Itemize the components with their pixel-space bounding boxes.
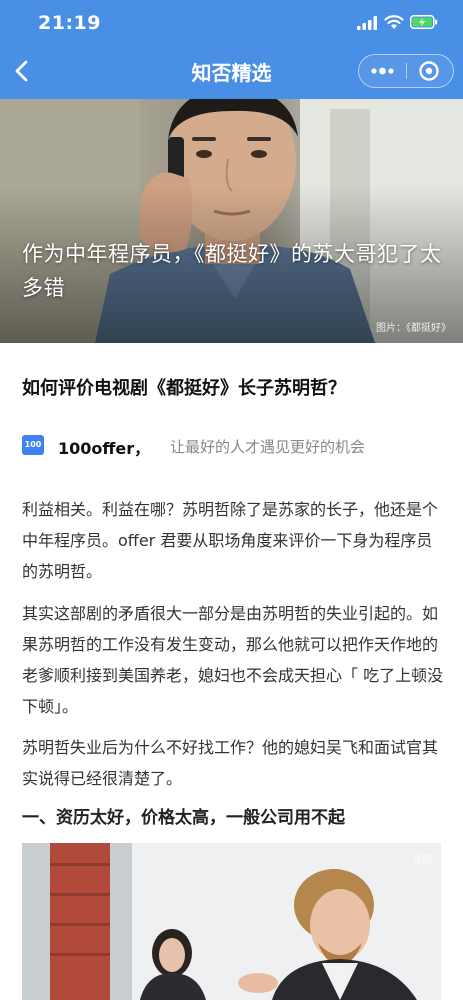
author-row: 100 100offer， 让最好的人才遇见更好的机会 (22, 432, 442, 458)
hero-banner[interactable]: 作为中年程序员，《都挺好》的苏大哥犯了太多错 图片：《都挺好》 (0, 99, 463, 343)
target-close-icon (419, 61, 439, 81)
article-image[interactable]: 优酷 (22, 843, 441, 1000)
video-still-image (22, 843, 441, 1000)
article-paragraph: 苏明哲失业后为什么不好找工作？他的媳妇吴飞和面试官其实说得已经很清楚了。 (22, 738, 439, 788)
author-name[interactable]: 100offer， (58, 435, 150, 459)
app-header: 21:19 知否精选 (0, 0, 463, 99)
status-bar: 21:19 (0, 0, 463, 44)
wifi-icon (384, 15, 404, 29)
article-paragraph: 利益相关。利益在哪？苏明哲除了是苏家的长子，他还是个中年程序员。offer 君要… (22, 500, 439, 581)
battery-charging-icon (410, 15, 438, 29)
video-watermark: 优酷 (413, 855, 433, 866)
hero-title: 作为中年程序员，《都挺好》的苏大哥犯了太多错 (22, 242, 442, 300)
image-credit: 图片：《都挺好》 (376, 323, 451, 334)
close-button[interactable] (407, 55, 453, 87)
status-time: 21:19 (38, 12, 101, 34)
author-tagline: 让最好的人才遇见更好的机会 (170, 438, 366, 456)
section-heading: 一、资历太好，价格太高，一般公司用不起 (22, 808, 345, 828)
question-title: 如何评价电视剧《都挺好》长子苏明哲？ (22, 378, 346, 399)
navigation-bar: 知否精选 (0, 44, 463, 99)
cellular-signal-icon (357, 16, 377, 30)
more-dots-icon (371, 67, 394, 75)
more-button[interactable] (359, 55, 406, 87)
article-paragraph: 其实这部剧的矛盾很大一部分是由苏明哲的失业引起的。如果苏明哲的工作没有发生变动，… (22, 604, 444, 716)
miniprogram-capsule (358, 54, 454, 88)
author-avatar[interactable]: 100 (22, 435, 44, 455)
hero-gradient-overlay (0, 99, 463, 343)
